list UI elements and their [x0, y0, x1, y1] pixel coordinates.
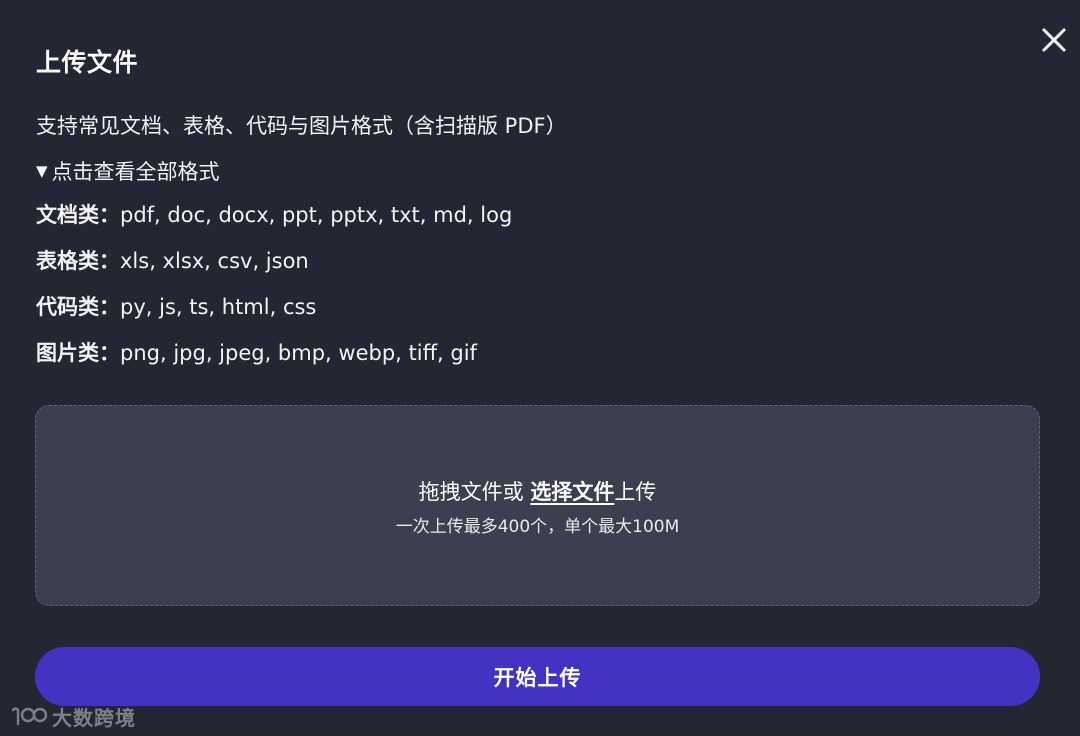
close-button[interactable] [1036, 22, 1072, 58]
upload-limit-text: 一次上传最多400个，单个最大100M [395, 517, 680, 537]
watermark: 大数跨境 [10, 702, 136, 730]
choose-file-link[interactable]: 选择文件 [530, 480, 614, 504]
file-dropzone[interactable]: 拖拽文件或 选择文件上传 一次上传最多400个，单个最大100M [35, 405, 1040, 606]
format-row-images: 图片类：png, jpg, jpeg, bmp, webp, tiff, gif [36, 337, 477, 369]
format-list: png, jpg, jpeg, bmp, webp, tiff, gif [120, 341, 477, 365]
supported-formats-summary: 支持常见文档、表格、代码与图片格式（含扫描版 PDF） [36, 114, 567, 138]
dropzone-text-after: 上传 [614, 480, 657, 504]
upload-dialog: 上传文件 支持常见文档、表格、代码与图片格式（含扫描版 PDF） ▼ 点击查看全… [0, 0, 1080, 736]
format-row-documents: 文档类：pdf, doc, docx, ppt, pptx, txt, md, … [36, 199, 512, 231]
dropzone-text-before: 拖拽文件或 [418, 480, 531, 504]
format-row-code: 代码类：py, js, ts, html, css [36, 291, 316, 323]
format-list: pdf, doc, docx, ppt, pptx, txt, md, log [120, 203, 513, 227]
format-row-spreadsheets: 表格类：xls, xlsx, csv, json [36, 245, 309, 277]
format-list: py, js, ts, html, css [120, 295, 317, 319]
triangle-down-icon: ▼ [36, 162, 48, 180]
close-icon [1042, 28, 1066, 52]
formats-toggle-label: 点击查看全部格式 [51, 160, 220, 184]
formats-toggle[interactable]: ▼ 点击查看全部格式 [36, 156, 220, 188]
format-category: 文档类： [36, 203, 120, 227]
format-category: 表格类： [36, 249, 120, 273]
format-category: 代码类： [36, 295, 120, 319]
format-list: xls, xlsx, csv, json [120, 249, 309, 273]
dropzone-instruction: 拖拽文件或 选择文件上传 [36, 476, 1039, 508]
start-upload-button[interactable]: 开始上传 [35, 647, 1040, 706]
dialog-title: 上传文件 [36, 48, 139, 77]
watermark-text: 大数跨境 [52, 705, 136, 730]
brand-logo-icon [11, 707, 48, 726]
format-category: 图片类： [36, 341, 120, 365]
